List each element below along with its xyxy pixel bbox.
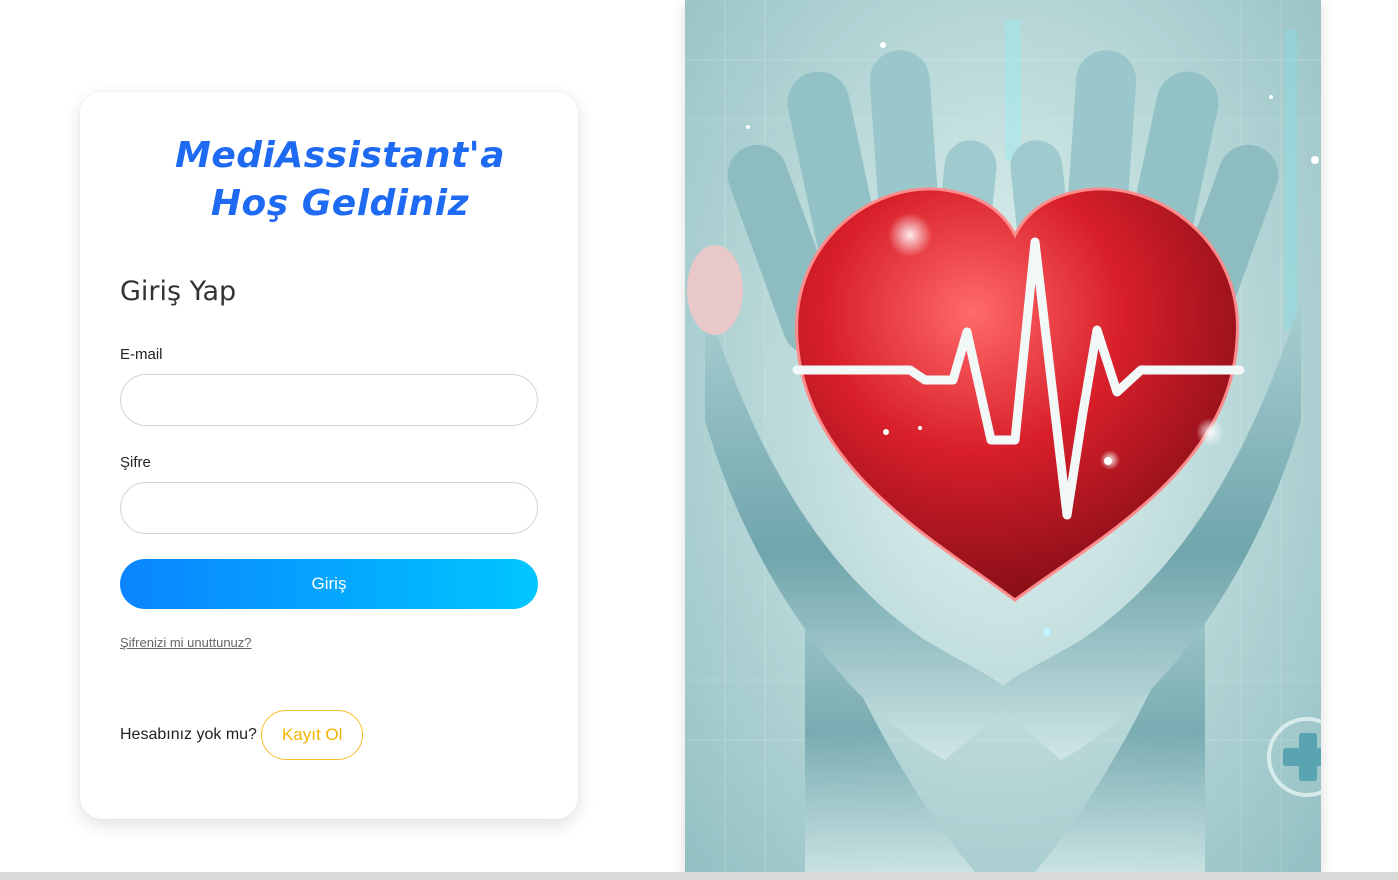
password-field[interactable] <box>120 482 538 534</box>
login-card: MediAssistant'a Hoş Geldiniz Giriş Yap E… <box>80 92 578 819</box>
login-heading: Giriş Yap <box>120 276 237 307</box>
hero-image <box>685 0 1321 872</box>
login-page: MediAssistant'a Hoş Geldiniz Giriş Yap E… <box>0 0 1398 880</box>
welcome-title: MediAssistant'a Hoş Geldiniz <box>80 132 600 228</box>
forgot-password-link[interactable]: Şifrenizi mi unuttunuz? <box>120 635 252 650</box>
welcome-title-line2: Hoş Geldiniz <box>210 183 470 224</box>
login-button[interactable]: Giriş <box>120 559 538 609</box>
signup-button[interactable]: Kayıt Ol <box>260 710 364 760</box>
signup-row: Hesabınız yok mu? Kayıt Ol <box>120 710 364 760</box>
horizontal-scrollbar[interactable] <box>0 872 1398 880</box>
password-label: Şifre <box>120 454 151 471</box>
heart-in-hands-illustration <box>685 0 1321 872</box>
signup-prompt: Hesabınız yok mu? <box>120 726 257 743</box>
email-field[interactable] <box>120 374 538 426</box>
email-label: E-mail <box>120 346 163 363</box>
medical-cross-icon <box>1267 717 1321 797</box>
welcome-title-line1: MediAssistant'a <box>175 135 505 176</box>
